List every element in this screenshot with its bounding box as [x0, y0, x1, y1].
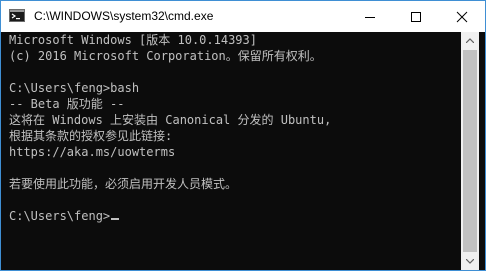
console-line: 根据其条款的授权参见此链接: [9, 129, 173, 143]
cmd-console-icon [9, 9, 25, 22]
minimize-icon [365, 17, 375, 18]
cmd-window: C:\WINDOWS\system32\cmd.exe Microsoft Wi… [0, 0, 486, 271]
maximize-icon [411, 12, 421, 22]
text-cursor [111, 218, 120, 220]
close-button[interactable] [439, 1, 485, 32]
console-line: 若要使用此功能，必须启用开发人员模式。 [9, 177, 238, 191]
command-prompt: C:\Users\feng> [9, 209, 111, 223]
console-line: -- Beta 版功能 -- [9, 97, 125, 111]
scroll-up-button[interactable] [461, 32, 479, 49]
prompt-line[interactable]: C:\Users\feng> [9, 208, 120, 224]
vertical-scrollbar[interactable] [461, 32, 479, 270]
scrollbar-thumb[interactable] [463, 50, 477, 252]
console-line: Microsoft Windows [版本 10.0.14393] [9, 33, 257, 47]
maximize-button[interactable] [393, 1, 439, 32]
window-title: C:\WINDOWS\system32\cmd.exe [34, 9, 214, 23]
minimize-button[interactable] [347, 1, 393, 32]
console-line: 这将在 Windows 上安装由 Canonical 分发的 Ubuntu, [9, 113, 332, 127]
console-line: C:\Users\feng>bash [9, 81, 140, 95]
console-line: (c) 2016 Microsoft Corporation。保留所有权利。 [9, 49, 322, 63]
scroll-down-arrow-icon [466, 259, 474, 264]
console-output[interactable]: Microsoft Windows [版本 10.0.14393] (c) 20… [1, 32, 461, 270]
console-line: https://aka.ms/uowterms [9, 145, 176, 159]
close-icon [456, 11, 468, 23]
scroll-down-button[interactable] [461, 253, 479, 270]
title-bar[interactable]: C:\WINDOWS\system32\cmd.exe [1, 1, 485, 32]
scroll-up-arrow-icon [466, 38, 474, 43]
